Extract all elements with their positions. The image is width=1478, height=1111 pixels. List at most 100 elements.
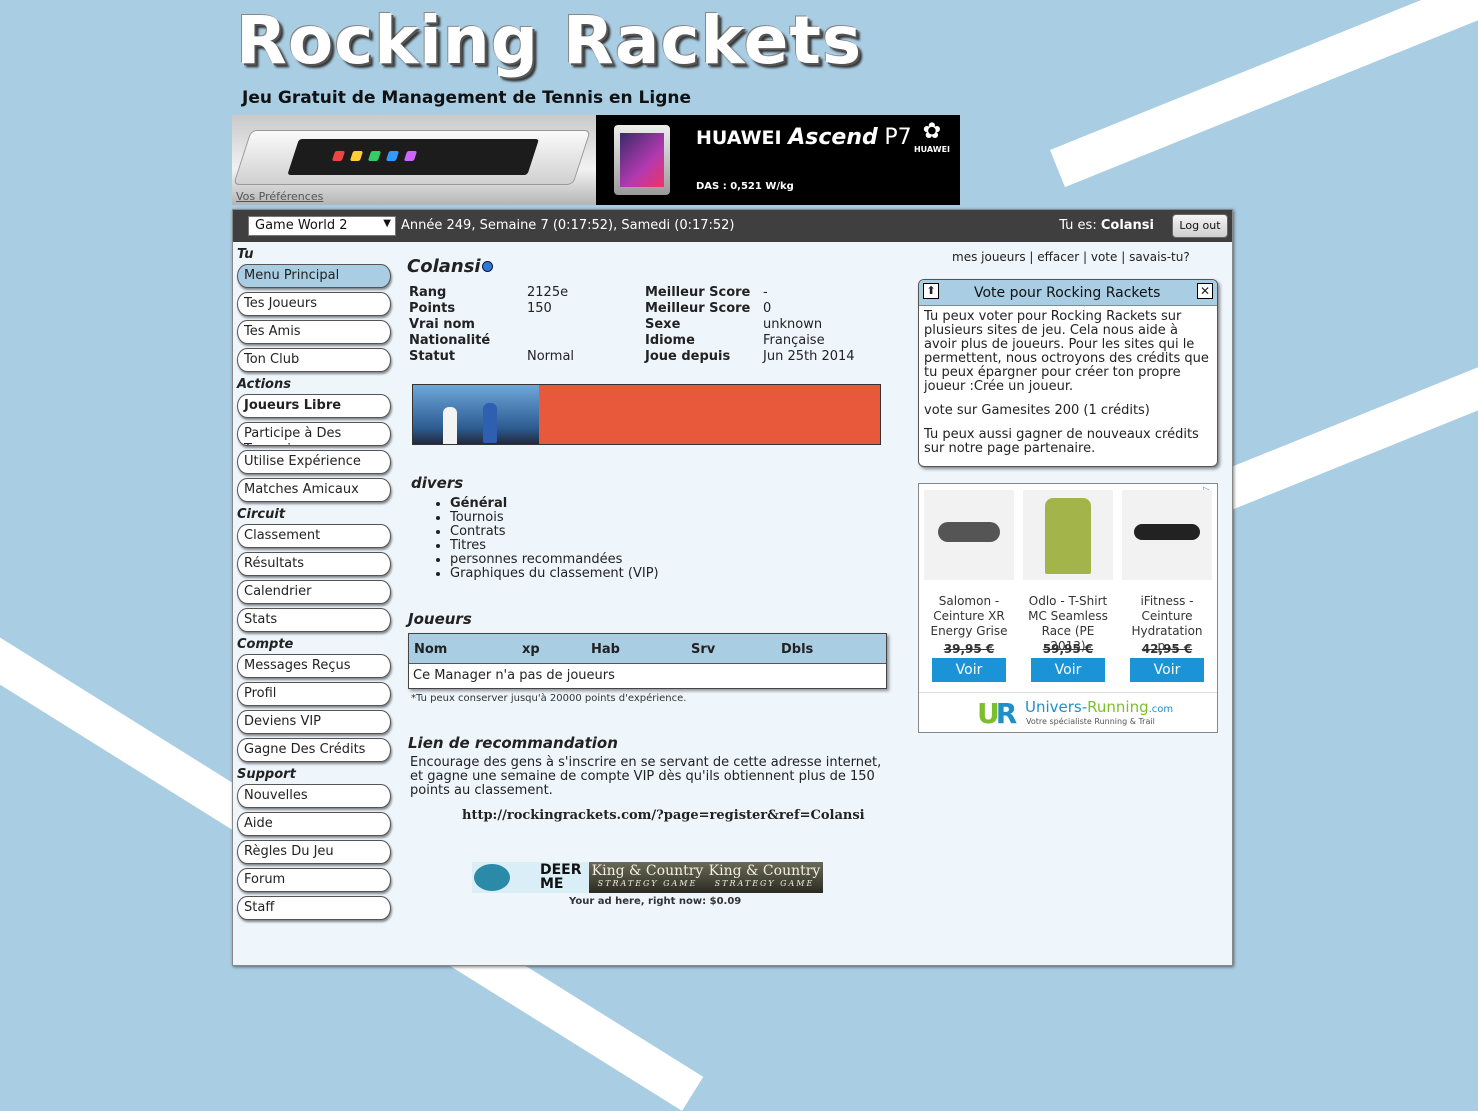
- product-card[interactable]: Salomon - Ceinture XR Energy Grise 39,95 …: [924, 490, 1014, 682]
- vote-gamesites-link[interactable]: vote sur Gamesites 200 (1 crédits): [924, 404, 1212, 418]
- product-card[interactable]: Odlo - T-Shirt MC Seamless Race (PE 2013…: [1023, 490, 1113, 682]
- divers-item[interactable]: Général: [450, 497, 659, 511]
- univers-running-logo[interactable]: UR Univers-Running.com Votre spécialiste…: [919, 692, 1217, 732]
- sidebar-item-tes-joueurs[interactable]: Tes Joueurs: [237, 292, 391, 316]
- stats-row: Statut Normal Joue depuis Jun 25th 2014: [409, 348, 881, 364]
- arrow-up-icon[interactable]: ⬆: [923, 283, 939, 299]
- column-header[interactable]: Dbls: [781, 642, 813, 657]
- players-empty-row: Ce Manager n'a pas de joueurs: [413, 668, 615, 683]
- divers-item[interactable]: Contrats: [450, 525, 659, 539]
- column-header[interactable]: Hab: [591, 642, 620, 657]
- stat-label: Vrai nom: [409, 316, 475, 332]
- site-title[interactable]: Rocking Rackets: [236, 2, 862, 79]
- ad-caption[interactable]: Your ad here, right now: $0.09: [569, 896, 741, 907]
- username[interactable]: Colansi: [1101, 218, 1154, 233]
- profile-link[interactable]: vote: [1091, 250, 1118, 264]
- profile-stats: Rang 2125e Meilleur Score - Points 150 Meilleu…: [409, 284, 881, 364]
- stat-value: 0: [763, 300, 772, 316]
- sidebar-item-messages-re-us[interactable]: Messages Reçus: [237, 654, 391, 678]
- sidebar-item-gagne-des-cr-dits[interactable]: Gagne Des Crédits: [237, 738, 391, 762]
- profile-link[interactable]: savais-tu?: [1129, 250, 1190, 264]
- sidebar-item-calendrier[interactable]: Calendrier: [237, 580, 391, 604]
- sidebar-item-participe-des-tournois[interactable]: Participe à Des Tournois: [237, 422, 391, 446]
- column-header[interactable]: Srv: [691, 642, 715, 657]
- chevron-down-icon: ▼: [383, 218, 391, 229]
- product-name[interactable]: iFitness - Ceinture Hydratation p...: [1122, 594, 1212, 653]
- ad-das: DAS : 0,521 W/kg: [696, 181, 794, 192]
- stats-row: Vrai nom Sexe unknown: [409, 316, 881, 332]
- sidebar-item-nouvelles[interactable]: Nouvelles: [237, 784, 391, 808]
- product-view-button[interactable]: Voir: [932, 658, 1006, 682]
- product-price: 59,95 €: [1042, 642, 1094, 656]
- profile-link[interactable]: effacer: [1037, 250, 1079, 264]
- online-status-icon: [481, 261, 493, 272]
- product-image[interactable]: [1023, 490, 1113, 580]
- sidebar-item-menu-principal[interactable]: Menu Principal: [237, 264, 391, 288]
- world-select[interactable]: Game World 2 ▼: [248, 216, 396, 236]
- small-ad-banner[interactable]: DEER ME King & Country STRATEGY GAME King …: [472, 862, 823, 893]
- stat-value: Jun 25th 2014: [763, 348, 855, 364]
- product-card[interactable]: iFitness - Ceinture Hydratation p... 42,9…: [1122, 490, 1212, 682]
- product-ad[interactable]: ▷ UR Univers-Running.com Votre spécialis…: [918, 483, 1218, 733]
- product-name[interactable]: Salomon - Ceinture XR Energy Grise: [924, 594, 1014, 640]
- vote-description: Tu peux voter pour Rocking Rackets sur p…: [924, 309, 1209, 394]
- site-tagline: Jeu Gratuit de Management de Tennis en L…: [242, 88, 692, 108]
- sidebar: Tu Menu Principal Tes Joueurs Tes Amis Ton C…: [237, 246, 393, 924]
- close-icon[interactable]: ✕: [1197, 283, 1213, 299]
- sidebar-item-deviens-vip[interactable]: Deviens VIP: [237, 710, 391, 734]
- vote-body: Tu peux voter pour Rocking Rackets sur p…: [919, 306, 1217, 470]
- sidebar-item-classement[interactable]: Classement: [237, 524, 391, 548]
- stat-label: Meilleur Score: [645, 300, 751, 316]
- product-view-button[interactable]: Voir: [1031, 658, 1105, 682]
- logout-button[interactable]: Log out: [1172, 214, 1228, 238]
- sidebar-item-r-gles-du-jeu[interactable]: Règles Du Jeu: [237, 840, 391, 864]
- vote-box-header: ⬆ Vote pour Rocking Rackets ✕: [919, 280, 1217, 306]
- product-view-button[interactable]: Voir: [1130, 658, 1204, 682]
- sidebar-item-r-sultats[interactable]: Résultats: [237, 552, 391, 576]
- stat-label: Sexe: [645, 316, 681, 332]
- huawei-logo: ✿ HUAWEI: [913, 119, 951, 154]
- product-price: 39,95 €: [943, 642, 995, 656]
- stat-value: -: [763, 284, 768, 300]
- divers-item[interactable]: Titres: [450, 539, 659, 553]
- ad-brand: HUAWEI Ascend P7: [696, 125, 912, 150]
- king-country-ad[interactable]: King & Country STRATEGY GAME: [706, 862, 823, 893]
- divers-item[interactable]: Tournois: [450, 511, 659, 525]
- divers-item[interactable]: personnes recommandées: [450, 553, 659, 567]
- king-country-ad[interactable]: King & Country STRATEGY GAME: [589, 862, 706, 893]
- top-ad-banner[interactable]: Vos Préférences HUAWEI Ascend P7 DAS : 0…: [232, 115, 960, 205]
- vote-partner-text: Tu peux aussi gagner de nouveaux crédits…: [924, 427, 1199, 456]
- sidebar-section-title: Support: [237, 767, 296, 782]
- players-title: Joueurs: [408, 610, 472, 628]
- sidebar-item-aide[interactable]: Aide: [237, 812, 391, 836]
- column-header[interactable]: xp: [522, 642, 540, 657]
- sidebar-item-stats[interactable]: Stats: [237, 608, 391, 632]
- sidebar-item-utilise-exp-rience[interactable]: Utilise Expérience: [237, 450, 391, 474]
- stat-label: Rang: [409, 284, 447, 300]
- ad-huawei-panel[interactable]: HUAWEI Ascend P7 DAS : 0,521 W/kg ✿ HUAWE…: [596, 115, 960, 205]
- sidebar-item-tes-amis[interactable]: Tes Amis: [237, 320, 391, 344]
- sidebar-item-profil[interactable]: Profil: [237, 682, 391, 706]
- sidebar-item-matches-amicaux[interactable]: Matches Amicaux: [237, 478, 391, 502]
- product-image[interactable]: [1122, 490, 1212, 580]
- product-name[interactable]: Odlo - T-Shirt MC Seamless Race (PE 2013…: [1023, 594, 1113, 653]
- profile-link[interactable]: mes joueurs: [952, 250, 1026, 264]
- sidebar-item-joueurs-libre[interactable]: Joueurs Libre: [237, 394, 391, 418]
- stat-value: unknown: [763, 316, 823, 332]
- players-table-header: Nom xp Hab Srv Dbls: [409, 634, 886, 664]
- top-bar: Game World 2 ▼ Année 249, Semaine 7 (0:17…: [233, 210, 1232, 242]
- product-image[interactable]: [924, 490, 1014, 580]
- ad-preferences-link[interactable]: Vos Préférences: [236, 190, 323, 203]
- vote-title: Vote pour Rocking Rackets: [974, 285, 1161, 301]
- stat-value: Normal: [527, 348, 575, 364]
- ad-phone-image[interactable]: Vos Préférences: [232, 115, 596, 205]
- column-header[interactable]: Nom: [414, 642, 447, 657]
- sidebar-item-forum[interactable]: Forum: [237, 868, 391, 892]
- divers-item[interactable]: Graphiques du classement (VIP): [450, 567, 659, 581]
- deer-me-ad[interactable]: DEER ME: [472, 862, 589, 893]
- stat-label: Joue depuis: [645, 348, 731, 364]
- referral-link[interactable]: http://rockingrackets.com/?page=register…: [462, 808, 865, 823]
- sidebar-item-ton-club[interactable]: Ton Club: [237, 348, 391, 372]
- sidebar-item-staff[interactable]: Staff: [237, 896, 391, 920]
- referral-title: Lien de recommandation: [408, 734, 618, 752]
